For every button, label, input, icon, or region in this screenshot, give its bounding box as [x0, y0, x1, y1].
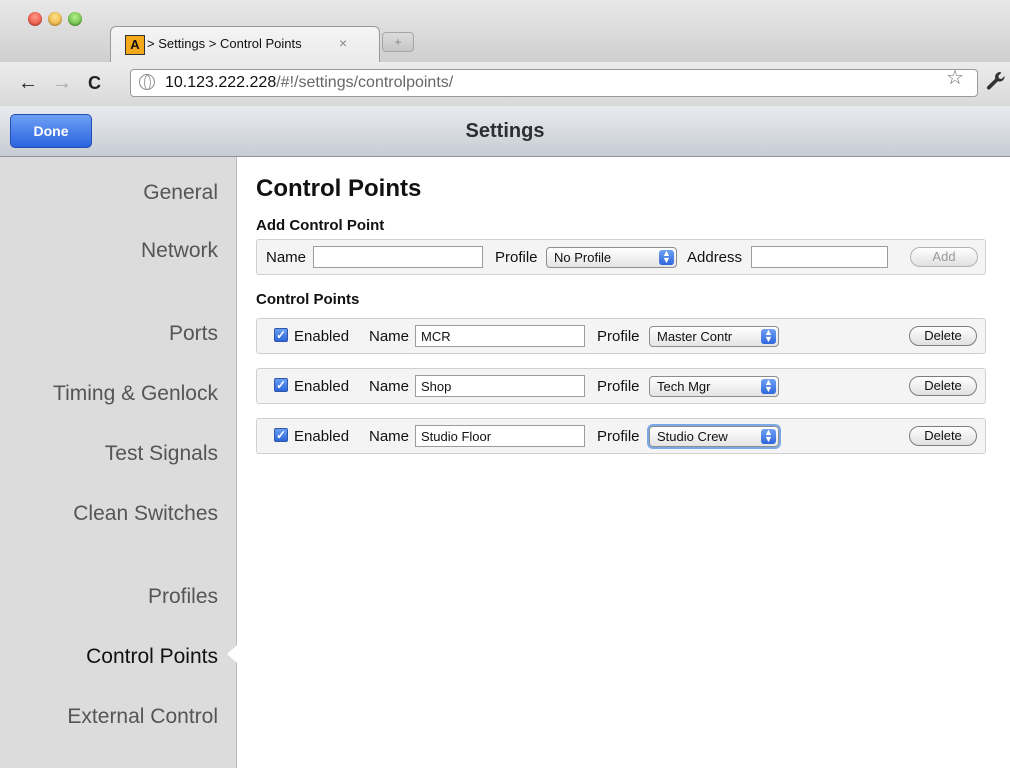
- sidebar-item-external-control[interactable]: External Control: [67, 705, 218, 729]
- select-arrows-icon: ▲ ▼: [659, 249, 674, 265]
- control-point-row: ✓ Enabled Name Profile Studio Crew ▲▼ De…: [256, 418, 986, 454]
- profile-select[interactable]: Tech Mgr ▲ ▼: [649, 376, 779, 397]
- add-name-input[interactable]: [313, 246, 483, 268]
- enabled-checkbox[interactable]: ✓: [274, 428, 288, 442]
- browser-titlebar: A > Settings > Control Points × +: [0, 0, 1010, 63]
- sidebar-item-control-points[interactable]: Control Points: [86, 645, 218, 669]
- sidebar-item-general[interactable]: General: [143, 181, 218, 205]
- profile-label: Profile: [597, 378, 640, 395]
- add-name-label: Name: [266, 249, 307, 266]
- enabled-checkbox[interactable]: ✓: [274, 378, 288, 392]
- browser-toolbar: ← → C 10.123.222.228/#!/settings/control…: [0, 62, 1010, 107]
- sidebar-item-network[interactable]: Network: [141, 239, 218, 263]
- wrench-icon[interactable]: [986, 71, 1006, 97]
- control-point-row: ✓ Enabled Name Profile Master Contr ▲▼ D…: [256, 318, 986, 354]
- close-window-button[interactable]: [28, 12, 42, 26]
- url-text: 10.123.222.228/#!/settings/controlpoints…: [165, 74, 453, 92]
- profile-value: Studio Crew: [657, 429, 728, 444]
- sidebar-item-clean-switches[interactable]: Clean Switches: [73, 502, 218, 526]
- tab-title: > Settings > Control Points: [147, 36, 302, 51]
- delete-button[interactable]: Delete: [909, 426, 977, 446]
- select-arrows-icon: ▲ ▼: [761, 328, 776, 344]
- zoom-window-button[interactable]: [68, 12, 82, 26]
- minimize-window-button[interactable]: [48, 12, 62, 26]
- app-favicon-icon: A: [125, 35, 145, 55]
- enabled-label: Enabled: [294, 378, 350, 395]
- back-arrow-icon[interactable]: ←: [18, 72, 38, 95]
- url-host: 10.123.222.228: [165, 74, 277, 91]
- address-bar[interactable]: 10.123.222.228/#!/settings/controlpoints…: [130, 69, 978, 97]
- section-heading: Control Points: [256, 175, 422, 202]
- name-label: Name: [369, 378, 410, 395]
- enabled-checkbox[interactable]: ✓: [274, 328, 288, 342]
- sidebar-item-ports[interactable]: Ports: [169, 322, 218, 346]
- list-section-title: Control Points: [256, 291, 360, 308]
- select-arrows-icon: ▲ ▼: [761, 378, 776, 394]
- settings-sidebar: General Network Ports Timing & Genlock T…: [0, 157, 237, 768]
- control-point-row: ✓ Enabled Name Profile Tech Mgr ▲▼ Delet…: [256, 368, 986, 404]
- bookmark-star-icon[interactable]: ☆: [946, 65, 964, 90]
- sidebar-item-test-signals[interactable]: Test Signals: [105, 442, 218, 466]
- new-tab-button[interactable]: +: [382, 32, 414, 52]
- name-input[interactable]: [415, 375, 585, 397]
- browser-tab[interactable]: A > Settings > Control Points ×: [110, 26, 380, 63]
- add-profile-label: Profile: [495, 249, 538, 266]
- add-profile-select[interactable]: No Profile ▲ ▼: [546, 247, 677, 268]
- profile-label: Profile: [597, 328, 640, 345]
- add-address-label: Address: [687, 249, 743, 266]
- active-item-pointer-icon: [227, 645, 237, 663]
- name-input[interactable]: [415, 425, 585, 447]
- add-control-point-form: Name Profile No Profile ▲ ▼ Address Add: [256, 239, 986, 275]
- app-header: Done Settings: [0, 106, 1010, 157]
- main-content: Control Points Add Control Point Name Pr…: [237, 157, 1010, 768]
- profile-select[interactable]: Studio Crew ▲ ▼: [649, 426, 779, 447]
- delete-button[interactable]: Delete: [909, 376, 977, 396]
- enabled-label: Enabled: [294, 428, 350, 445]
- delete-button[interactable]: Delete: [909, 326, 977, 346]
- sidebar-item-profiles[interactable]: Profiles: [148, 585, 218, 609]
- sidebar-item-timing-genlock[interactable]: Timing & Genlock: [53, 382, 218, 406]
- tab-close-icon[interactable]: ×: [339, 35, 347, 51]
- page-title: Settings: [465, 120, 545, 142]
- profile-value: Master Contr: [657, 329, 733, 344]
- forward-arrow-icon[interactable]: →: [52, 72, 72, 95]
- profile-label: Profile: [597, 428, 640, 445]
- enabled-label: Enabled: [294, 328, 350, 345]
- name-label: Name: [369, 428, 410, 445]
- profile-value: Tech Mgr: [657, 379, 711, 394]
- add-address-input[interactable]: [751, 246, 888, 268]
- name-label: Name: [369, 328, 410, 345]
- profile-select[interactable]: Master Contr ▲ ▼: [649, 326, 779, 347]
- url-path: /#!/settings/controlpoints/: [276, 74, 454, 91]
- add-profile-value: No Profile: [554, 250, 612, 265]
- add-button[interactable]: Add: [910, 247, 978, 267]
- select-arrows-icon: ▲ ▼: [761, 428, 776, 444]
- reload-icon[interactable]: C: [88, 73, 101, 94]
- name-input[interactable]: [415, 325, 585, 347]
- add-section-title: Add Control Point: [256, 217, 385, 234]
- globe-icon: [139, 74, 155, 90]
